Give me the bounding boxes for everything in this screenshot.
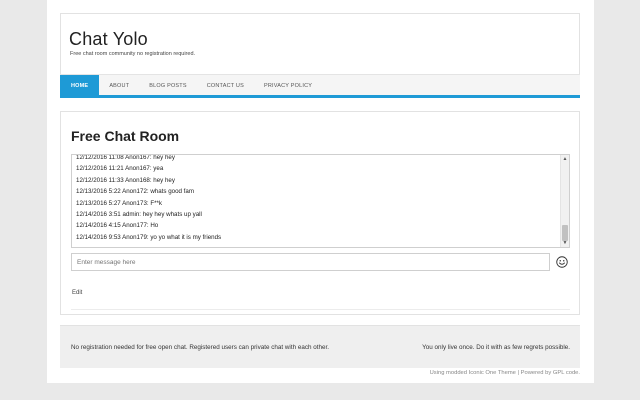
chat-log[interactable]: 12/12/2016 11:08 Anon167: hey hey 12/12/…: [71, 154, 570, 248]
nav-item-home[interactable]: HOME: [60, 75, 100, 95]
nav-item-privacy-policy[interactable]: PRIVACY POLICY: [254, 75, 322, 95]
footer-left-text: No registration needed for free open cha…: [71, 344, 329, 351]
edit-link[interactable]: Edit: [72, 290, 82, 296]
nav-item-contact-us[interactable]: CONTACT US: [197, 75, 254, 95]
chat-message: 12/14/2016 9:53 Anon179: yo yo what it i…: [76, 233, 222, 241]
nav-item-about[interactable]: ABOUT: [99, 75, 139, 95]
content-divider: [71, 309, 570, 310]
chat-message: 12/12/2016 11:21 Anon167: yea: [76, 165, 164, 173]
site-title[interactable]: Chat Yolo: [69, 29, 148, 50]
site-header: Chat Yolo Free chat room community no re…: [60, 13, 580, 98]
arrow-down-icon[interactable]: ▼: [561, 239, 569, 247]
footer-widgets: No registration needed for free open cha…: [60, 325, 580, 368]
page-title: Free Chat Room: [71, 128, 180, 144]
chat-message-list: 12/12/2016 11:08 Anon167: hey hey 12/12/…: [76, 154, 557, 243]
chat-message: 12/14/2016 3:51 admin: hey hey whats up …: [76, 211, 202, 219]
chat-message: 12/12/2016 11:33 Anon168: hey hey: [76, 176, 175, 184]
chat-scrollbar[interactable]: ▲ ▼: [560, 155, 569, 247]
chat-message: 12/13/2016 5:27 Anon173: F**k: [76, 199, 163, 207]
message-input[interactable]: [71, 253, 550, 271]
page-container: Chat Yolo Free chat room community no re…: [47, 0, 594, 383]
site-credits: Using modded Iconic One Theme | Powered …: [429, 370, 580, 376]
nav-item-blog-posts[interactable]: BLOG POSTS: [139, 75, 196, 95]
chat-message: 12/14/2016 4:15 Anon177: Ho: [76, 222, 159, 230]
footer-right-text: You only live once. Do it with as few re…: [422, 344, 570, 351]
main-content: Free Chat Room 12/12/2016 11:08 Anon167:…: [60, 111, 580, 315]
arrow-up-icon[interactable]: ▲: [561, 155, 569, 163]
site-description: Free chat room community no registration…: [70, 51, 196, 57]
chat-message: 12/13/2016 5:22 Anon172: whats good fam: [76, 188, 194, 196]
chat-message: 12/12/2016 11:08 Anon167: hey hey: [76, 154, 175, 161]
smiley-face-icon[interactable]: [556, 256, 568, 268]
main-navigation: HOME ABOUT BLOG POSTS CONTACT US PRIVACY…: [60, 74, 580, 98]
